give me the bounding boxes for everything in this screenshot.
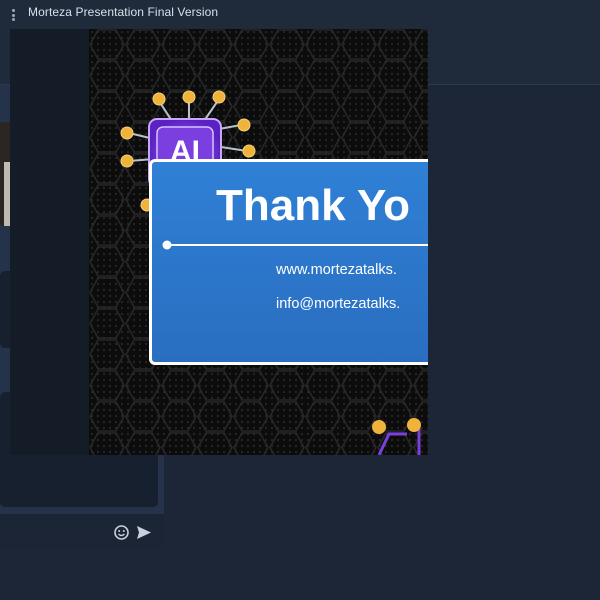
ai-badge-label: AI [170,135,200,168]
send-icon[interactable] [137,526,151,539]
presentation-title: Morteza Presentation Final Version [28,5,219,19]
kebab-menu-icon[interactable] [12,9,15,21]
slide-sidebar [10,29,89,455]
presentation-panel: Morteza Presentation Final Version AI Th… [0,0,428,455]
website-text: www.mortezatalks. [276,262,397,278]
bottom-area [0,549,600,600]
card-divider [162,240,428,250]
thank-you-heading: Thank Yo [216,181,410,230]
presentation-slide: AI Thank Yo www.mortezatalks. info@morte… [89,29,428,455]
emoji-icon[interactable] [114,525,129,540]
email-text: info@mortezatalks. [276,296,401,312]
